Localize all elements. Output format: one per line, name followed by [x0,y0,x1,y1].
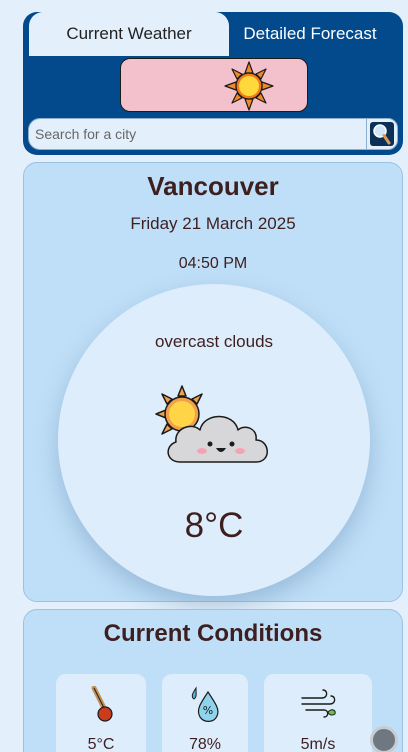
magnifier-icon [370,122,394,146]
cloud-with-sun-icon [155,385,268,463]
condition-value: 78% [188,736,222,752]
search-button[interactable] [366,118,398,150]
temperature: 8°C [184,506,244,545]
current-date: Friday 21 March 2025 [130,214,296,233]
city-name: Vancouver [147,171,279,201]
svg-text:%: % [203,704,213,717]
condition-value: 5°C [87,736,115,752]
weather-circle: overcast clouds 8°C [58,284,370,596]
condition-value: 5m/s [300,736,336,752]
weather-description: overcast clouds [154,332,274,351]
current-weather-card: Vancouver Friday 21 March 2025 04:50 PM … [23,162,403,602]
current-conditions-card: Current Conditions 5°C % 78% 5m/s [23,609,403,752]
sun-icon [224,61,274,111]
condition-temperature: 5°C [56,674,146,752]
tab-detailed-forecast[interactable]: Detailed Forecast [229,12,391,56]
conditions-title: Current Conditions [103,620,323,647]
app-header: Current Weather Detailed Forecast [23,12,403,155]
condition-humidity: % 78% [162,674,248,752]
condition-wind: 5m/s [264,674,372,752]
current-time: 04:50 PM [178,255,248,272]
wind-icon [301,689,336,718]
tab-current-weather[interactable]: Current Weather [29,12,229,56]
scroll-to-top-button[interactable] [370,726,398,752]
humidity-icon: % [191,686,219,722]
search-input[interactable] [28,118,368,150]
theme-toggle[interactable] [120,58,308,112]
thermometer-icon [91,686,113,722]
